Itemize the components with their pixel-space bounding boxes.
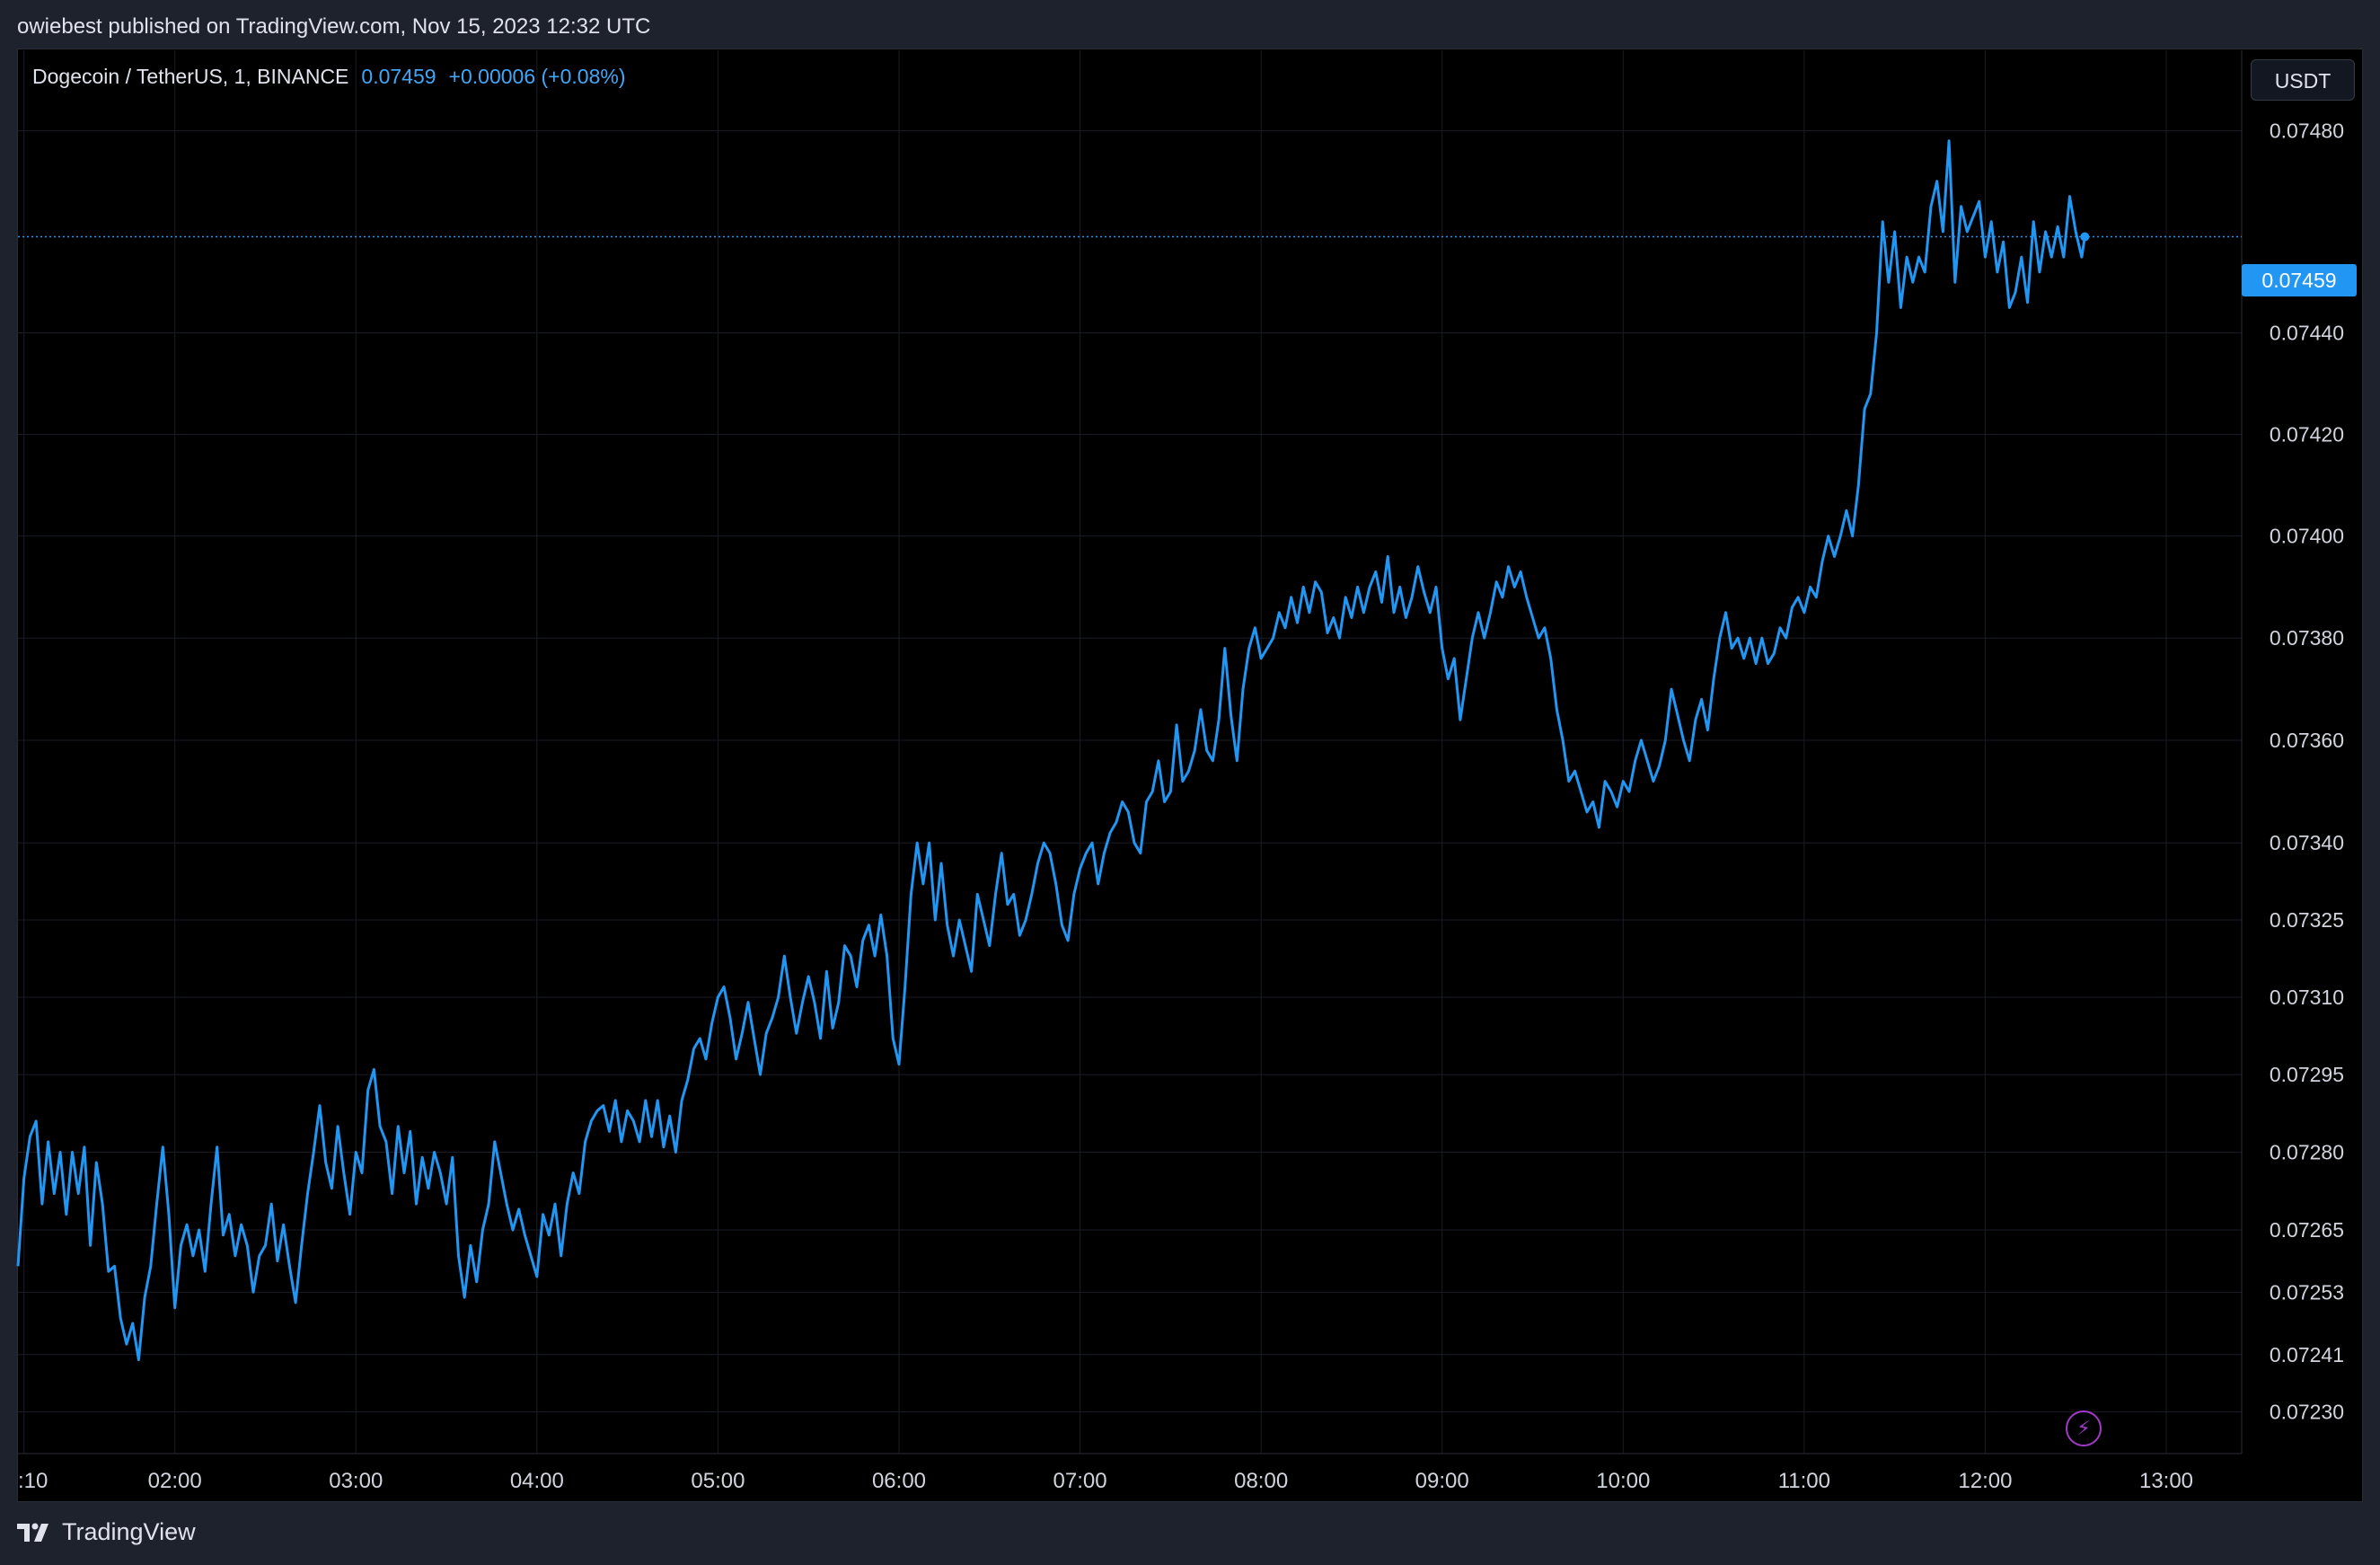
- y-tick-label: 0.07480: [2270, 119, 2344, 143]
- x-tick-label: 02:00: [148, 1469, 202, 1493]
- series-layer: [16, 139, 2090, 1362]
- tradingview-logo-icon: [17, 1523, 48, 1542]
- x-axis-ticks: :10 02:00 03:00 04:00 05:00 06:00 07:00 08:00 09…: [18, 1469, 2193, 1493]
- x-tick-label: 05:00: [691, 1469, 745, 1493]
- x-tick-label: 06:00: [872, 1469, 926, 1493]
- x-tick-label: 11:00: [1778, 1469, 1830, 1493]
- x-tick-label: 13:00: [2139, 1469, 2193, 1493]
- brand-name: TradingView: [62, 1518, 196, 1545]
- last-price-tag: 0.07459: [2242, 264, 2357, 296]
- x-tick-label: 12:00: [1958, 1469, 2012, 1493]
- price-chart[interactable]: 0.07480 0.07440 0.07420 0.07400 0.07380 0.073…: [0, 0, 2380, 1565]
- y-tick-label: 0.07380: [2270, 626, 2344, 650]
- currency-button[interactable]: USDT: [2251, 59, 2355, 101]
- x-tick-label: 09:00: [1415, 1469, 1469, 1493]
- symbol-legend: Dogecoin / TetherUS, 1, BINANCE 0.07459 +0…: [32, 65, 625, 89]
- series-line: [16, 139, 2086, 1362]
- x-tick-label: 07:00: [1053, 1469, 1107, 1493]
- price-change: +0.00006 (+0.08%): [448, 65, 626, 88]
- y-axis-ticks: 0.07480 0.07440 0.07420 0.07400 0.07380 0.073…: [2270, 119, 2344, 1424]
- y-tick-label: 0.07340: [2270, 831, 2344, 854]
- y-tick-label: 0.07400: [2270, 525, 2344, 548]
- last-point-marker: [2080, 232, 2090, 242]
- y-tick-label: 0.07310: [2270, 986, 2344, 1009]
- last-value: 0.07459: [361, 65, 436, 88]
- brand[interactable]: TradingView: [17, 1518, 196, 1546]
- y-tick-label: 0.07241: [2270, 1343, 2344, 1366]
- footer-bar: [0, 1502, 2380, 1565]
- x-tick-label: :10: [18, 1469, 48, 1493]
- y-tick-label: 0.07280: [2270, 1140, 2344, 1163]
- x-tick-label: 08:00: [1234, 1469, 1288, 1493]
- y-tick-label: 0.07360: [2270, 729, 2344, 752]
- x-tick-label: 03:00: [329, 1469, 383, 1493]
- x-tick-label: 04:00: [510, 1469, 564, 1493]
- y-tick-label: 0.07325: [2270, 908, 2344, 932]
- y-tick-label: 0.07420: [2270, 422, 2344, 446]
- lightning-bolt-icon[interactable]: ⚡: [2066, 1410, 2102, 1446]
- y-tick-label: 0.07440: [2270, 322, 2344, 345]
- y-tick-label: 0.07253: [2270, 1280, 2344, 1304]
- y-tick-label: 0.07265: [2270, 1218, 2344, 1242]
- symbol-name[interactable]: Dogecoin / TetherUS, 1, BINANCE: [32, 65, 348, 88]
- y-tick-label: 0.07295: [2270, 1063, 2344, 1086]
- y-tick-label: 0.07230: [2270, 1401, 2344, 1424]
- x-tick-label: 10:00: [1596, 1469, 1650, 1493]
